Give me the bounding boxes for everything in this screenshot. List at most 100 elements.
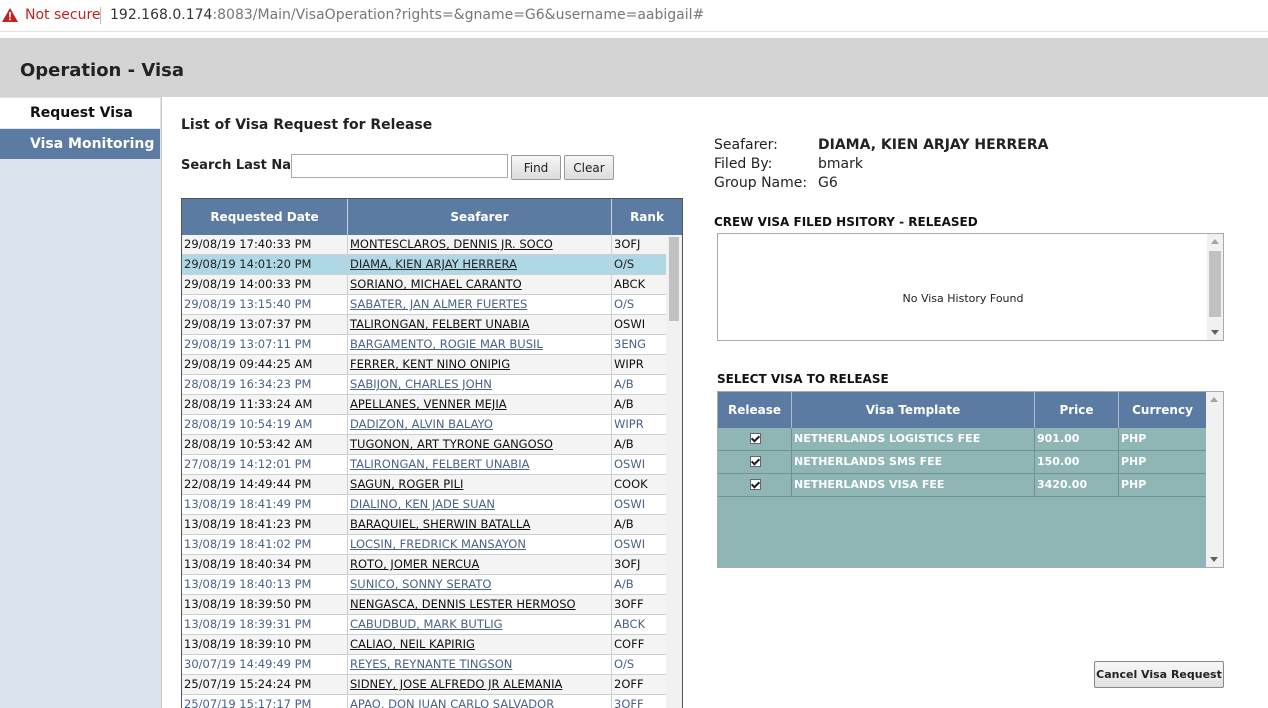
scroll-down-icon[interactable] bbox=[1210, 557, 1218, 562]
table-row[interactable]: 13/08/19 18:41:49 PM DIALINO, KEN JADE SU… bbox=[182, 495, 666, 515]
release-cell bbox=[718, 451, 792, 473]
seafarer-link[interactable]: MONTESCLAROS, DENNIS JR. SOCO bbox=[350, 237, 553, 251]
table-row[interactable]: 29/08/19 13:07:11 PM BARGAMENTO, ROGIE MA… bbox=[182, 335, 666, 355]
seafarer-link[interactable]: SIDNEY, JOSE ALFREDO JR ALEMANIA bbox=[350, 677, 562, 691]
seafarer-cell: CABUDBUD, MARK BUTLIG bbox=[347, 615, 611, 634]
requested-date-cell: 27/08/19 14:12:01 PM bbox=[184, 457, 312, 471]
scroll-up-icon[interactable] bbox=[1210, 397, 1218, 402]
cancel-visa-request-button[interactable]: Cancel Visa Request bbox=[1094, 661, 1224, 688]
seafarer-link[interactable]: CABUDBUD, MARK BUTLIG bbox=[350, 617, 503, 631]
filed-by-label: Filed By: bbox=[714, 156, 773, 172]
currency-cell: PHP bbox=[1121, 478, 1147, 491]
seafarer-link[interactable]: REYES, REYNANTE TINGSON bbox=[350, 657, 512, 671]
seafarer-link[interactable]: APAO, DON JUAN CARLO SALVADOR bbox=[350, 697, 554, 708]
requested-date-cell: 22/08/19 14:49:44 PM bbox=[184, 477, 312, 491]
seafarer-cell: TALIRONGAN, FELBERT UNABIA bbox=[347, 315, 611, 334]
seafarer-link[interactable]: DIAMA, KIEN ARJAY HERRERA bbox=[350, 257, 517, 271]
scroll-up-icon[interactable] bbox=[1211, 239, 1219, 244]
seafarer-link[interactable]: TALIRONGAN, FELBERT UNABIA bbox=[350, 457, 529, 471]
list-title: List of Visa Request for Release bbox=[181, 117, 433, 133]
seafarer-link[interactable]: SAGUN, ROGER PILI bbox=[350, 477, 463, 491]
search-last-name-input[interactable] bbox=[291, 154, 508, 178]
seafarer-link[interactable]: NENGASCA, DENNIS LESTER HERMOSO bbox=[350, 597, 576, 611]
table-row[interactable]: 29/08/19 17:40:33 PM MONTESCLAROS, DENNIS… bbox=[182, 235, 666, 255]
table-row[interactable]: 29/08/19 14:00:33 PM SORIANO, MICHAEL CAR… bbox=[182, 275, 666, 295]
requested-date-cell: 13/08/19 18:39:31 PM bbox=[184, 617, 312, 631]
seafarer-cell: DADIZON, ALVIN BALAYO bbox=[347, 415, 611, 434]
requested-date-cell: 13/08/19 18:40:34 PM bbox=[184, 557, 312, 571]
price-cell: 901.00 bbox=[1035, 428, 1119, 450]
seafarer-link[interactable]: APELLANES, VENNER MEJIA bbox=[350, 397, 507, 411]
filed-by-info: Filed By: bmark bbox=[714, 156, 863, 172]
table-scrollbar-thumb[interactable] bbox=[669, 237, 679, 321]
table-row[interactable]: 13/08/19 18:41:23 PM BARAQUIEL, SHERWIN B… bbox=[182, 515, 666, 535]
release-checkbox[interactable] bbox=[750, 433, 761, 444]
table-row[interactable]: 22/08/19 14:49:44 PM SAGUN, ROGER PILI COO… bbox=[182, 475, 666, 495]
table-row[interactable]: 27/08/19 14:12:01 PM TALIRONGAN, FELBERT … bbox=[182, 455, 666, 475]
table-row[interactable]: 13/08/19 18:39:31 PM CABUDBUD, MARK BUTLI… bbox=[182, 615, 666, 635]
find-button[interactable]: Find bbox=[511, 155, 561, 180]
table-scrollbar[interactable] bbox=[666, 235, 682, 708]
seafarer-link[interactable]: DADIZON, ALVIN BALAYO bbox=[350, 417, 493, 431]
seafarer-link[interactable]: FERRER, KENT NINO ONIPIG bbox=[350, 357, 510, 371]
rank-cell: A/B bbox=[611, 375, 666, 394]
seafarer-link[interactable]: TALIRONGAN, FELBERT UNABIA bbox=[350, 317, 529, 331]
seafarer-cell: TUGONON, ART TYRONE GANGOSO bbox=[347, 435, 611, 454]
release-checkbox[interactable] bbox=[750, 479, 761, 490]
table-row[interactable]: 30/07/19 14:49:49 PM REYES, REYNANTE TING… bbox=[182, 655, 666, 675]
seafarer-link[interactable]: SABIJON, CHARLES JOHN bbox=[350, 377, 492, 391]
scroll-down-icon[interactable] bbox=[1211, 330, 1219, 335]
clear-button[interactable]: Clear bbox=[564, 155, 614, 180]
table-row[interactable]: 25/07/19 15:17:17 PM APAO, DON JUAN CARLO… bbox=[182, 695, 666, 708]
table-row[interactable]: 13/08/19 18:41:02 PM LOCSIN, FREDRICK MAN… bbox=[182, 535, 666, 555]
seafarer-cell: ROTO, JOMER NERCUA bbox=[347, 555, 611, 574]
seafarer-link[interactable]: BARGAMENTO, ROGIE MAR BUSIL bbox=[350, 337, 543, 351]
table-row[interactable]: 13/08/19 18:39:10 PM CALIAO, NEIL KAPIRIG… bbox=[182, 635, 666, 655]
sidebar-item-visa-monitoring[interactable]: Visa Monitoring bbox=[0, 129, 160, 159]
seafarer-cell: NENGASCA, DENNIS LESTER HERMOSO bbox=[347, 595, 611, 614]
seafarer-cell: SABIJON, CHARLES JOHN bbox=[347, 375, 611, 394]
seafarer-link[interactable]: CALIAO, NEIL KAPIRIG bbox=[350, 637, 475, 651]
table-row[interactable]: 13/08/19 18:40:13 PM SUNICO, SONNY SERATO… bbox=[182, 575, 666, 595]
table-row[interactable]: 29/08/19 13:07:37 PM TALIRONGAN, FELBERT … bbox=[182, 315, 666, 335]
rank-cell: OSWI bbox=[611, 535, 666, 554]
requested-date-cell: 28/08/19 10:53:42 AM bbox=[184, 437, 313, 451]
seafarer-cell: CALIAO, NEIL KAPIRIG bbox=[347, 635, 611, 654]
table-row[interactable]: 28/08/19 10:53:42 AM TUGONON, ART TYRONE … bbox=[182, 435, 666, 455]
sidebar-item-request-visa[interactable]: Request Visa bbox=[0, 98, 160, 128]
seafarer-link[interactable]: BARAQUIEL, SHERWIN BATALLA bbox=[350, 517, 530, 531]
rank-cell: A/B bbox=[611, 575, 666, 594]
table-row[interactable]: 29/08/19 13:15:40 PM SABATER, JAN ALMER F… bbox=[182, 295, 666, 315]
seafarer-value: DIAMA, KIEN ARJAY HERRERA bbox=[818, 137, 1049, 153]
seafarer-link[interactable]: SUNICO, SONNY SERATO bbox=[350, 577, 491, 591]
seafarer-link[interactable]: SABATER, JAN ALMER FUERTES bbox=[350, 297, 527, 311]
history-scrollbar[interactable] bbox=[1207, 234, 1223, 340]
rank-cell: 3OFJ bbox=[611, 235, 666, 254]
table-row[interactable]: 29/08/19 14:01:20 PM DIAMA, KIEN ARJAY HE… bbox=[182, 255, 666, 275]
table-row[interactable]: 28/08/19 16:34:23 PM SABIJON, CHARLES JOH… bbox=[182, 375, 666, 395]
warning-icon[interactable] bbox=[2, 8, 18, 22]
page-header: Operation - Visa bbox=[0, 38, 1268, 97]
rank-cell: OSWI bbox=[611, 455, 666, 474]
url-text[interactable]: 192.168.0.174:8083/Main/VisaOperation?ri… bbox=[110, 7, 704, 23]
column-header-price: Price bbox=[1035, 392, 1119, 428]
seafarer-link[interactable]: SORIANO, MICHAEL CARANTO bbox=[350, 277, 522, 291]
release-scrollbar[interactable] bbox=[1206, 392, 1223, 567]
release-checkbox[interactable] bbox=[750, 456, 761, 467]
column-header-rank[interactable]: Rank bbox=[612, 199, 682, 235]
table-row[interactable]: 29/08/19 09:44:25 AM FERRER, KENT NINO ON… bbox=[182, 355, 666, 375]
seafarer-link[interactable]: TUGONON, ART TYRONE GANGOSO bbox=[350, 437, 553, 451]
table-row[interactable]: 25/07/19 15:24:24 PM SIDNEY, JOSE ALFREDO… bbox=[182, 675, 666, 695]
seafarer-link[interactable]: LOCSIN, FREDRICK MANSAYON bbox=[350, 537, 526, 551]
seafarer-link[interactable]: DIALINO, KEN JADE SUAN bbox=[350, 497, 495, 511]
seafarer-link[interactable]: ROTO, JOMER NERCUA bbox=[350, 557, 479, 571]
column-header-seafarer[interactable]: Seafarer bbox=[348, 199, 612, 235]
table-row[interactable]: 28/08/19 11:33:24 AM APELLANES, VENNER ME… bbox=[182, 395, 666, 415]
column-header-requested-date[interactable]: Requested Date bbox=[182, 199, 348, 235]
table-row[interactable]: 28/08/19 10:54:19 AM DADIZON, ALVIN BALAY… bbox=[182, 415, 666, 435]
not-secure-label[interactable]: Not secure bbox=[25, 7, 101, 23]
table-row[interactable]: 13/08/19 18:39:50 PM NENGASCA, DENNIS LES… bbox=[182, 595, 666, 615]
table-row[interactable]: 13/08/19 18:40:34 PM ROTO, JOMER NERCUA 3O… bbox=[182, 555, 666, 575]
rank-cell: O/S bbox=[611, 295, 666, 314]
history-scrollbar-thumb[interactable] bbox=[1209, 251, 1221, 317]
